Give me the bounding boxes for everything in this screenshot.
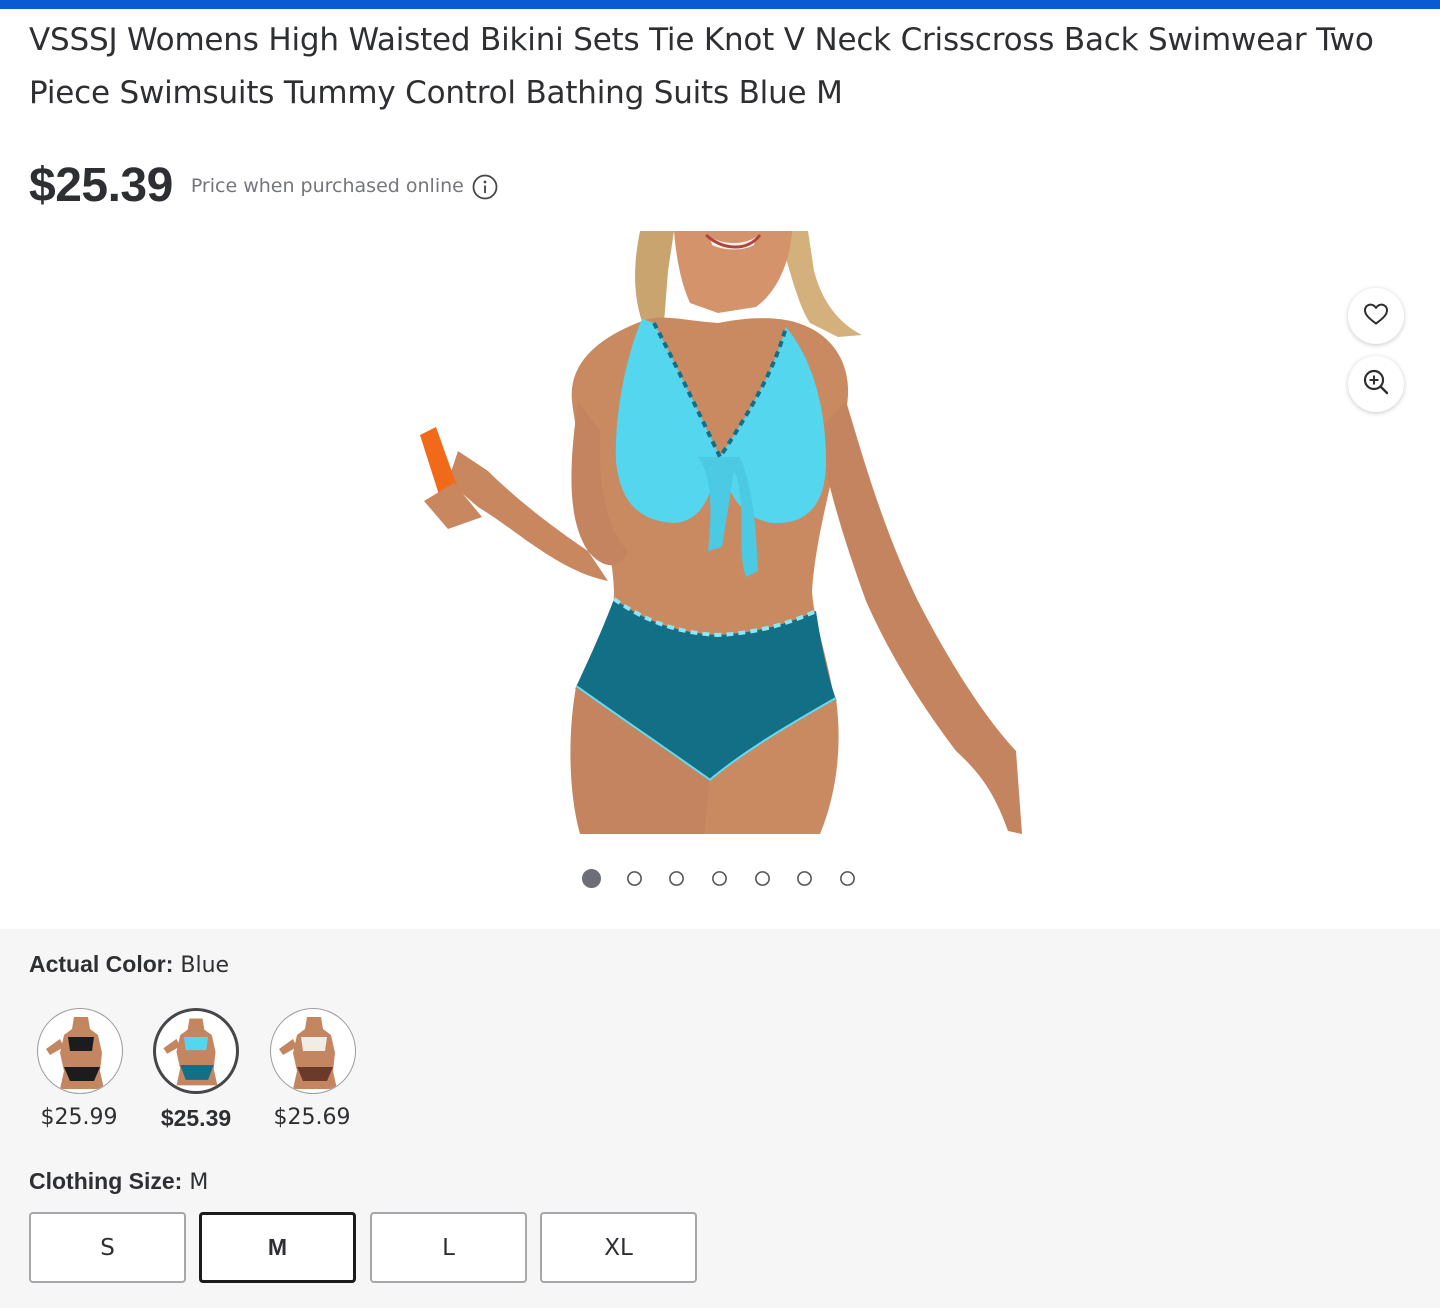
color-selected-value: Blue: [180, 953, 230, 978]
product-price: $25.39: [29, 158, 173, 212]
model-figure-illustration: [420, 231, 1022, 835]
zoom-image-button[interactable]: [1348, 356, 1404, 412]
heart-icon: [1363, 302, 1389, 330]
carousel-dot[interactable]: [797, 871, 813, 886]
color-label-title: Actual Color:: [29, 951, 174, 977]
top-accent-bar: [0, 0, 1440, 9]
swatch-price: $25.69: [273, 1105, 351, 1130]
color-swatch-brown[interactable]: [270, 1008, 356, 1094]
size-option-s[interactable]: S: [29, 1212, 186, 1283]
carousel-dot[interactable]: [626, 871, 642, 886]
swatch-thumbnail: [46, 1017, 104, 1089]
price-row: $25.39 Price when purchased online: [29, 150, 499, 220]
color-swatch-black[interactable]: [37, 1008, 123, 1094]
color-swatch-blue[interactable]: [153, 1008, 239, 1094]
size-option-m[interactable]: M: [199, 1212, 356, 1283]
info-icon[interactable]: [472, 174, 499, 201]
product-main-image[interactable]: [418, 231, 1022, 835]
zoom-in-icon: [1362, 368, 1390, 400]
image-carousel-indicator: [582, 869, 881, 888]
carousel-dot[interactable]: [582, 869, 601, 888]
swatch-price: $25.39: [160, 1105, 232, 1131]
size-label: Clothing Size: M: [29, 1168, 208, 1195]
size-option-l[interactable]: L: [370, 1212, 527, 1283]
swatch-thumbnail: [163, 1018, 218, 1086]
size-option-xl[interactable]: XL: [540, 1212, 697, 1283]
color-label: Actual Color: Blue: [29, 951, 229, 978]
size-selected-value: M: [189, 1170, 209, 1195]
price-note: Price when purchased online: [190, 175, 464, 197]
add-to-favorites-button[interactable]: [1348, 288, 1404, 344]
size-label-title: Clothing Size:: [29, 1168, 183, 1194]
carousel-dot[interactable]: [840, 871, 856, 886]
swatch-price: $25.99: [40, 1105, 118, 1130]
carousel-dot[interactable]: [754, 871, 770, 886]
carousel-dot[interactable]: [669, 871, 685, 886]
carousel-dot[interactable]: [712, 871, 727, 886]
product-title: VSSSJ Womens High Waisted Bikini Sets Ti…: [29, 22, 1374, 111]
swatch-thumbnail: [279, 1017, 337, 1089]
